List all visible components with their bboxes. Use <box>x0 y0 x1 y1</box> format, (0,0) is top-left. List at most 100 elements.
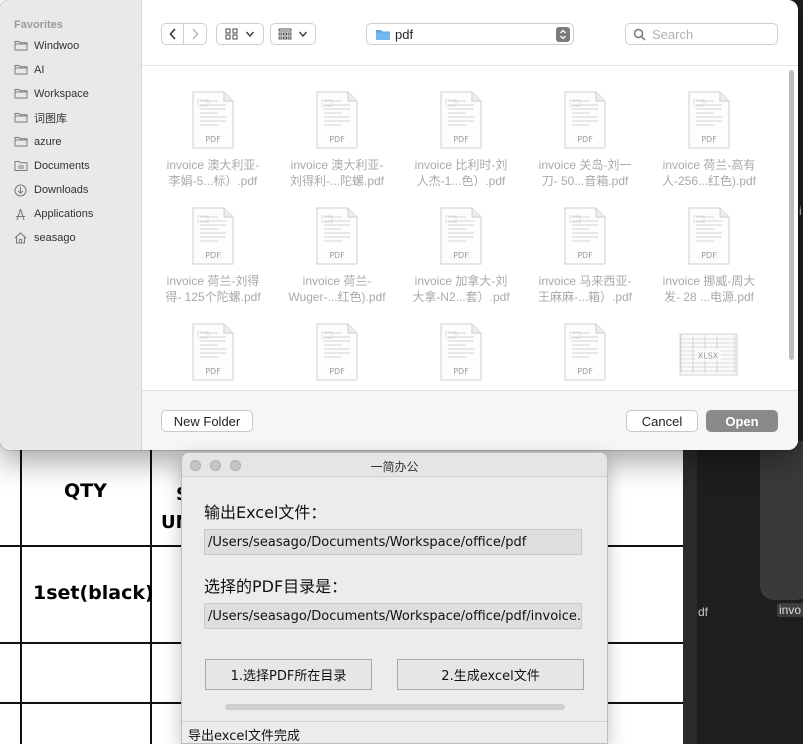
scrollbar[interactable] <box>789 66 798 390</box>
new-folder-button[interactable]: New Folder <box>161 410 253 432</box>
sidebar-item-label: Documents <box>34 160 90 172</box>
pdf-file-item[interactable]: PDF invoice 澳大利亚- 李娟-5...标）.pdf <box>151 91 275 189</box>
pdf-file-item[interactable]: PDF <box>523 323 647 389</box>
pdf-file-item[interactable]: PDF invoice 加拿大-刘 大拿-N2...套）.pdf <box>399 207 523 305</box>
sidebar-item-documents[interactable]: Documents <box>14 156 90 176</box>
sidebar-item-3[interactable]: 词图库 <box>14 108 67 128</box>
window-title: 一简办公 <box>370 460 419 474</box>
table-line <box>20 440 22 744</box>
pdf-file-icon: PDF <box>440 207 482 265</box>
background-panel <box>760 440 803 600</box>
pdf-file-item[interactable]: PDF <box>399 323 523 389</box>
file-name: invoice 澳大利亚- 刘得利-...陀螺.pdf <box>275 157 399 189</box>
pdf-path-field[interactable]: /Users/seasago/Documents/Workspace/offic… <box>204 603 582 629</box>
pdf-file-item[interactable]: PDF invoice 荷兰-高有 人-256...红色).pdf <box>647 91 771 189</box>
pdf-file-icon: PDF <box>316 91 358 149</box>
search-icon <box>633 28 646 41</box>
xlsx-file-icon: XLSX <box>679 323 739 381</box>
sidebar-item-downloads[interactable]: Downloads <box>14 180 88 200</box>
pdf-file-item[interactable]: PDF invoice 比利时-刘 人杰-1...色）.pdf <box>399 91 523 189</box>
file-name: invoice 关岛-刘一 刀- 50...音箱.pdf <box>523 157 647 189</box>
document-icon <box>14 160 28 172</box>
file-name-line: invoice 荷兰-刘得 <box>166 274 260 288</box>
file-name: invoice 荷兰-高有 人-256...红色).pdf <box>647 157 771 189</box>
group-by-button[interactable] <box>270 23 316 45</box>
applications-icon <box>14 208 28 221</box>
dialog-footer: New Folder Cancel Open <box>142 390 798 450</box>
svg-text:PDF: PDF <box>329 135 345 144</box>
svg-text:PDF: PDF <box>701 135 717 144</box>
file-name: invoice 马来西亚- 王麻麻-...箱）.pdf <box>523 273 647 305</box>
svg-text:PDF: PDF <box>701 251 717 260</box>
pdf-file-icon: PDF <box>192 323 234 381</box>
nav-buttons <box>161 23 207 45</box>
svg-text:PDF: PDF <box>577 251 593 260</box>
scroll-thumb[interactable] <box>789 70 794 360</box>
file-name-line: invoice 关岛-刘一 <box>538 158 632 172</box>
open-button[interactable]: Open <box>706 410 778 432</box>
svg-text:PDF: PDF <box>329 251 345 260</box>
pdf-file-icon: PDF <box>688 207 730 265</box>
title-bar: 一简办公 <box>182 453 607 477</box>
svg-text:PDF: PDF <box>205 367 221 376</box>
chevron-left-icon <box>168 28 176 40</box>
file-name-line: 发- 28 ...电源.pdf <box>663 290 755 304</box>
cancel-button[interactable]: Cancel <box>626 410 698 432</box>
svg-text:PDF: PDF <box>205 135 221 144</box>
file-name: invoice 挪威-周大 发- 28 ...电源.pdf <box>647 273 771 305</box>
excel-path-field[interactable]: /Users/seasago/Documents/Workspace/offic… <box>204 529 582 555</box>
pdf-file-item[interactable]: PDF invoice 荷兰-刘得 得- 125个陀螺.pdf <box>151 207 275 305</box>
file-name-line: 刀- 50...音箱.pdf <box>541 174 629 188</box>
toolbar: pdf <box>142 0 798 66</box>
sidebar-item-azure[interactable]: azure <box>14 132 62 152</box>
view-mode-button[interactable] <box>216 23 264 45</box>
pdf-file-item[interactable]: PDF invoice 澳大利亚- 刘得利-...陀螺.pdf <box>275 91 399 189</box>
pdf-file-icon: PDF <box>564 207 606 265</box>
file-name-line: 人杰-1...色）.pdf <box>416 174 506 188</box>
forward-button[interactable] <box>184 24 206 44</box>
sidebar-item-windwoo[interactable]: Windwoo <box>14 36 79 56</box>
pdf-file-icon: PDF <box>440 323 482 381</box>
folder-icon <box>14 112 28 124</box>
file-name: invoice 比利时-刘 人杰-1...色）.pdf <box>399 157 523 189</box>
pdf-file-icon: PDF <box>688 91 730 149</box>
sidebar-item-ai[interactable]: AI <box>14 60 44 80</box>
svg-text:PDF: PDF <box>577 135 593 144</box>
file-name: invoice 荷兰-刘得 得- 125个陀螺.pdf <box>151 273 275 305</box>
pdf-file-item[interactable]: PDF invoice 关岛-刘一 刀- 50...音箱.pdf <box>523 91 647 189</box>
back-button[interactable] <box>162 24 184 44</box>
select-pdf-dir-button[interactable]: 1.选择PDF所在目录 <box>205 659 372 690</box>
pdf-file-item[interactable]: PDF <box>275 323 399 389</box>
sidebar-item-applications[interactable]: Applications <box>14 204 93 224</box>
file-open-dialog: Favorites Windwoo AI Workspace 词图库 azure Docu… <box>0 0 798 450</box>
file-name-line: 李娟-5...标）.pdf <box>168 174 258 188</box>
search-input[interactable] <box>652 26 772 42</box>
sidebar-item-workspace[interactable]: Workspace <box>14 84 89 104</box>
chevron-right-icon <box>192 28 199 40</box>
sidebar-item-seasago[interactable]: seasago <box>14 228 76 248</box>
svg-text:PDF: PDF <box>329 367 345 376</box>
svg-text:PDF: PDF <box>453 251 469 260</box>
qty-header: QTY <box>64 480 107 502</box>
pdf-file-icon: PDF <box>564 323 606 381</box>
pdf-file-item[interactable]: PDF invoice 荷兰- Wuger-...红色).pdf <box>275 207 399 305</box>
pdf-file-item[interactable]: PDF <box>151 323 275 389</box>
folder-icon <box>14 88 28 100</box>
background-label: i <box>799 204 802 218</box>
path-popup-button[interactable]: pdf <box>366 23 574 45</box>
sidebar-item-label: Downloads <box>34 184 89 196</box>
file-name-line: 刘得利-...陀螺.pdf <box>289 174 384 188</box>
pdf-file-item[interactable]: PDF invoice 马来西亚- 王麻麻-...箱）.pdf <box>523 207 647 305</box>
up-down-arrows-icon <box>556 27 570 42</box>
home-icon <box>14 232 28 244</box>
file-name-line: Wuger-...红色).pdf <box>288 290 386 304</box>
sidebar-item-label: Windwoo <box>34 40 80 52</box>
generate-excel-button[interactable]: 2.生成excel文件 <box>397 659 584 690</box>
sidebar-item-label: Applications <box>34 208 94 220</box>
pdf-dir-label: 选择的PDF目录是： <box>204 577 348 596</box>
pdf-file-item[interactable]: PDF invoice 挪威-周大 发- 28 ...电源.pdf <box>647 207 771 305</box>
chevron-down-icon <box>298 31 308 38</box>
file-name-line: invoice 马来西亚- <box>538 274 632 288</box>
xlsx-file-item[interactable]: XLSX <box>647 323 771 389</box>
path-label: pdf <box>395 26 414 42</box>
